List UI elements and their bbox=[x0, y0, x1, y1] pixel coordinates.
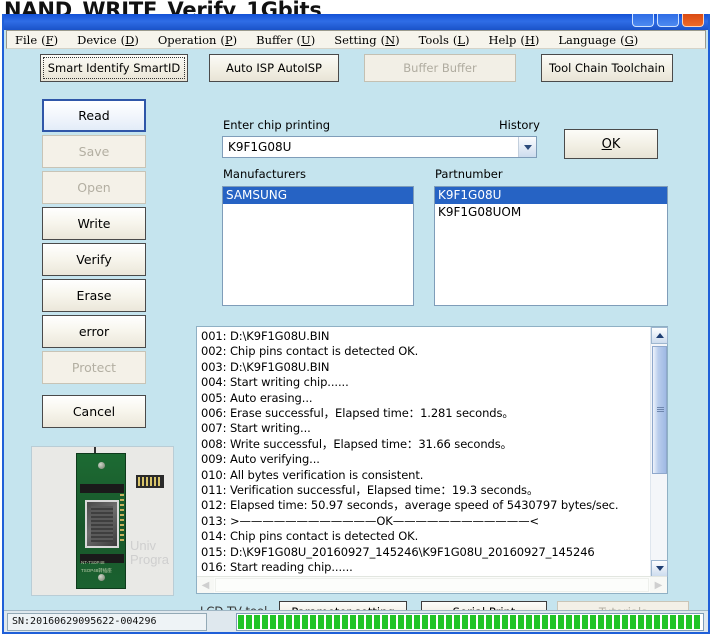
erase-button[interactable]: Erase bbox=[42, 279, 146, 312]
manufacturers-label: Manufacturers bbox=[223, 167, 307, 181]
scrollbar-thumb[interactable] bbox=[652, 346, 667, 474]
menu-item-language[interactable]: Language (G) bbox=[558, 32, 647, 48]
auto-isp-button[interactable]: Auto ISP AutoISP bbox=[209, 54, 339, 82]
log-line: 002: Chip pins contact is detected OK. bbox=[201, 344, 419, 359]
socket-contacts bbox=[91, 506, 113, 542]
log-text-area[interactable]: 001: D:\K9F1G08U.BIN 002: Chip pins cont… bbox=[197, 327, 649, 577]
log-line: 008: Write successful，Elapsed time：31.66… bbox=[201, 436, 513, 451]
verify-button[interactable]: Verify bbox=[42, 243, 146, 276]
chevron-down-icon[interactable] bbox=[518, 137, 536, 157]
log-line: 005: Auto erasing... bbox=[201, 390, 313, 405]
chip-socket bbox=[85, 500, 119, 548]
menu-item-help[interactable]: Help (H) bbox=[489, 32, 549, 48]
log-panel: 001: D:\K9F1G08U.BIN 002: Chip pins cont… bbox=[196, 326, 668, 594]
write-button[interactable]: Write bbox=[42, 207, 146, 240]
manufacturers-listbox[interactable]: SAMSUNG bbox=[222, 186, 414, 306]
log-line: 010: All bytes verification is consisten… bbox=[201, 467, 424, 482]
log-line: 015: D:\K9F1G08U_20160927_145246\K9F1G08… bbox=[201, 544, 595, 559]
enter-chip-printing-label: Enter chip printing bbox=[223, 118, 331, 132]
buffer-button: Buffer Buffer bbox=[364, 54, 516, 82]
menu-item-file[interactable]: File (F) bbox=[15, 32, 67, 48]
socket-clamp bbox=[80, 484, 124, 493]
screw bbox=[98, 462, 105, 469]
menu-item-setting[interactable]: Setting (N) bbox=[334, 32, 408, 48]
save-button: Save bbox=[42, 135, 146, 168]
title-bar bbox=[4, 14, 708, 30]
status-bar: SN:20160629095622-004296 bbox=[4, 610, 708, 632]
progress-bar bbox=[236, 613, 704, 631]
log-line: 004: Start writing chip...... bbox=[201, 375, 349, 390]
pcb-pads bbox=[120, 484, 124, 544]
log-line: 001: D:\K9F1G08U.BIN bbox=[201, 329, 330, 343]
close-icon[interactable] bbox=[682, 14, 704, 27]
menu-bar: File (F) Device (D) Operation (P) Buffer (U)… bbox=[6, 30, 706, 49]
chip-name-combobox[interactable]: K9F1G08U bbox=[222, 136, 537, 158]
partnumber-listbox[interactable]: K9F1G08U K9F1G08UOM bbox=[434, 186, 668, 306]
list-item[interactable]: K9F1G08U bbox=[435, 187, 667, 204]
app-root: NAND_WRITE_Verify_1Gbits File (F) Device(… bbox=[0, 0, 712, 638]
photo-overlay-text: Univ Progra bbox=[129, 538, 169, 567]
list-item[interactable]: SAMSUNG bbox=[223, 187, 413, 204]
pin-header-icon bbox=[136, 475, 164, 488]
log-line: 013: >————————————OK————————————< bbox=[201, 513, 540, 528]
progress-bar-fill bbox=[238, 615, 702, 629]
tool-chain-button[interactable]: Tool Chain Toolchain bbox=[541, 54, 673, 82]
partnumber-label: Partnumber bbox=[435, 167, 503, 181]
error-button[interactable]: error bbox=[42, 315, 146, 348]
menu-item-buffer[interactable]: Buffer (U) bbox=[256, 32, 324, 48]
menu-item-device[interactable]: Device (D) bbox=[77, 32, 148, 48]
device-photo: Univ Progra NT-TS0P48 TSOP48转插座 bbox=[31, 446, 174, 596]
ok-button[interactable]: OK bbox=[564, 129, 658, 159]
cancel-button[interactable]: Cancel bbox=[42, 395, 146, 428]
log-line: 006: Erase successful，Elapsed time：1.281… bbox=[201, 406, 514, 421]
history-label: History bbox=[499, 118, 540, 132]
scroll-right-icon: ▶ bbox=[650, 577, 667, 593]
list-item[interactable]: K9F1G08UOM bbox=[435, 204, 667, 221]
log-horizontal-scrollbar[interactable]: ◀ ▶ bbox=[197, 576, 667, 593]
menu-item-operation[interactable]: Operation (P) bbox=[158, 32, 246, 48]
scroll-up-icon[interactable] bbox=[651, 327, 668, 344]
log-line: 014: Chip pins contact is detected OK. bbox=[201, 529, 419, 544]
protect-button: Protect bbox=[42, 351, 146, 384]
log-line: 003: D:\K9F1G08U.BIN bbox=[201, 359, 330, 374]
adapter-board: NT-TS0P48 TSOP48转插座 bbox=[76, 453, 126, 589]
screw bbox=[98, 574, 105, 581]
scrollbar-track bbox=[215, 578, 649, 592]
serial-number-field: SN:20160629095622-004296 bbox=[7, 612, 207, 631]
scroll-left-icon: ◀ bbox=[197, 577, 214, 593]
log-line: 016: Start reading chip...... bbox=[201, 560, 353, 575]
menu-item-tools[interactable]: Tools (L) bbox=[419, 32, 479, 48]
window-controls bbox=[632, 14, 704, 27]
maximize-icon[interactable] bbox=[657, 14, 679, 27]
log-line: 011: Verification successful，Elapsed tim… bbox=[201, 483, 539, 498]
scroll-down-icon[interactable] bbox=[651, 560, 668, 577]
top-toolbar: Smart Identify SmartID Auto ISP AutoISP … bbox=[4, 50, 708, 86]
log-line: 012: Elapsed time: 50.97 seconds，average… bbox=[201, 498, 619, 513]
log-line: 007: Start writing... bbox=[201, 421, 311, 436]
log-line: 009: Auto verifying... bbox=[201, 452, 320, 467]
smart-identify-button[interactable]: Smart Identify SmartID bbox=[40, 54, 188, 82]
log-vertical-scrollbar[interactable] bbox=[650, 327, 668, 577]
chip-name-value: K9F1G08U bbox=[228, 140, 292, 154]
application-window: File (F) Device (D) Operation (P) Buffer (U)… bbox=[2, 14, 710, 634]
open-button: Open bbox=[42, 171, 146, 204]
minimize-icon[interactable] bbox=[632, 14, 654, 27]
read-button[interactable]: Read bbox=[42, 99, 146, 132]
